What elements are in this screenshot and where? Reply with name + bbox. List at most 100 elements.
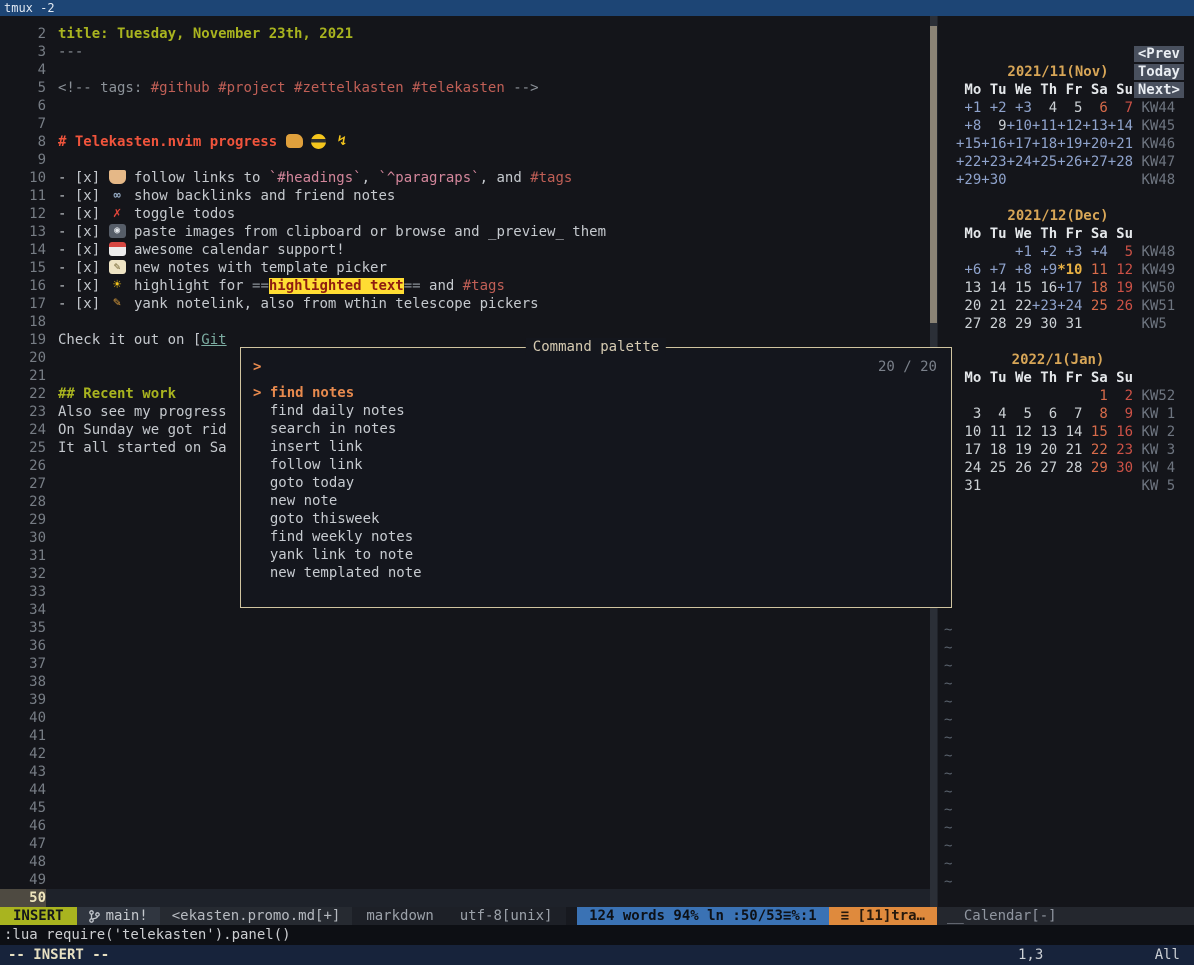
editor-line[interactable]: 2title: Tuesday, November 23th, 2021 — [0, 25, 937, 43]
palette-item[interactable]: find weekly notes — [241, 528, 951, 546]
calendar-day[interactable]: 8 — [1082, 406, 1107, 422]
editor-line[interactable]: 15- [x] ✎ new notes with template picker — [0, 259, 937, 277]
calendar-day[interactable]: 4 — [1032, 100, 1057, 116]
calendar-day[interactable]: 1 — [1082, 388, 1107, 404]
calendar-day[interactable]: +7 — [981, 262, 1006, 278]
calendar-day[interactable]: +24 — [1007, 154, 1032, 170]
calendar-day[interactable]: +14 — [1108, 118, 1133, 134]
calendar-day[interactable]: 9 — [1108, 406, 1133, 422]
editor-line[interactable]: 3--- — [0, 43, 937, 61]
calendar-day[interactable]: 31 — [956, 478, 981, 494]
editor-line[interactable]: 18 — [0, 313, 937, 331]
calendar-day[interactable]: 15 — [1082, 424, 1107, 440]
calendar-day[interactable]: +24 — [1057, 298, 1082, 314]
editor-line[interactable]: 39 — [0, 691, 937, 709]
calendar-day[interactable]: 27 — [956, 316, 981, 332]
calendar-day[interactable]: 13 — [1032, 424, 1057, 440]
calendar-day[interactable]: 5 — [1007, 406, 1032, 422]
calendar-day[interactable]: +29 — [956, 172, 981, 188]
calendar-day[interactable]: 22 — [1082, 442, 1107, 458]
calendar-day[interactable]: 5 — [1057, 100, 1082, 116]
calendar-day[interactable]: +21 — [1108, 136, 1133, 152]
calendar-day[interactable]: 26 — [1108, 298, 1133, 314]
palette-prompt-row[interactable]: > 20 / 20 — [253, 359, 937, 375]
editor-line[interactable]: 10- [x] follow links to `#headings`, `^p… — [0, 169, 937, 187]
palette-item[interactable]: yank link to note — [241, 546, 951, 564]
calendar-day[interactable]: 16 — [1108, 424, 1133, 440]
calendar-day[interactable]: 18 — [981, 442, 1006, 458]
calendar-day[interactable]: +8 — [956, 118, 981, 134]
calendar-day[interactable]: 12 — [1007, 424, 1032, 440]
calendar-day[interactable]: +16 — [981, 136, 1006, 152]
calendar-day[interactable]: 2 — [1108, 388, 1133, 404]
calendar-day[interactable]: +1 — [956, 100, 981, 116]
editor-line[interactable]: 4 — [0, 61, 937, 79]
calendar-day[interactable]: 14 — [1057, 424, 1082, 440]
calendar-day[interactable]: 3 — [956, 406, 981, 422]
calendar-day[interactable]: 11 — [981, 424, 1006, 440]
command-line[interactable]: :lua require('telekasten').panel() — [0, 925, 1194, 945]
calendar-day[interactable]: +15 — [956, 136, 981, 152]
calendar-day[interactable]: +2 — [981, 100, 1006, 116]
calendar-day[interactable]: +20 — [1082, 136, 1107, 152]
calendar-day[interactable]: +18 — [1032, 136, 1057, 152]
palette-item[interactable]: new templated note — [241, 564, 951, 582]
editor-line[interactable]: 37 — [0, 655, 937, 673]
editor-line[interactable]: 46 — [0, 817, 937, 835]
palette-item[interactable]: goto thisweek — [241, 510, 951, 528]
calendar-day[interactable]: 18 — [1082, 280, 1107, 296]
calendar-day[interactable]: +1 — [1007, 244, 1032, 260]
calendar-day[interactable]: +3 — [1057, 244, 1082, 260]
calendar-day[interactable]: 12 — [1108, 262, 1133, 278]
calendar-day[interactable]: 7 — [1108, 100, 1133, 116]
calendar-day[interactable]: 22 — [1007, 298, 1032, 314]
calendar-day[interactable]: +23 — [981, 154, 1006, 170]
editor-line[interactable]: 41 — [0, 727, 937, 745]
calendar-day[interactable]: 13 — [956, 280, 981, 296]
editor-line[interactable]: 5<!-- tags: #github #project #zettelkast… — [0, 79, 937, 97]
calendar-day[interactable]: 21 — [1057, 442, 1082, 458]
calendar-day[interactable]: +26 — [1057, 154, 1082, 170]
calendar-day[interactable]: 28 — [1057, 460, 1082, 476]
calendar-day[interactable]: 25 — [981, 460, 1006, 476]
editor-line[interactable]: 11- [x] ∞ show backlinks and friend note… — [0, 187, 937, 205]
calendar-day[interactable]: +17 — [1007, 136, 1032, 152]
palette-item[interactable]: new note — [241, 492, 951, 510]
calendar-day[interactable]: 6 — [1082, 100, 1107, 116]
calendar-day[interactable]: 29 — [1007, 316, 1032, 332]
editor-line[interactable]: 17- [x] ✎ yank notelink, also from wthin… — [0, 295, 937, 313]
calendar-day[interactable]: +22 — [956, 154, 981, 170]
editor-line[interactable]: 14- [x] awesome calendar support! — [0, 241, 937, 259]
calendar-day[interactable]: 19 — [1108, 280, 1133, 296]
editor-line[interactable]: 45 — [0, 799, 937, 817]
editor-line[interactable]: 44 — [0, 781, 937, 799]
calendar-day[interactable]: 30 — [1108, 460, 1133, 476]
calendar-next-button[interactable]: Next> — [1134, 82, 1184, 98]
scrollbar-thumb[interactable] — [930, 26, 937, 323]
calendar-day[interactable]: 9 — [981, 118, 1006, 134]
calendar-day[interactable]: *10 — [1057, 262, 1082, 278]
editor-line[interactable]: 43 — [0, 763, 937, 781]
calendar-day[interactable]: +25 — [1032, 154, 1057, 170]
editor-line[interactable]: 12- [x] ✗ toggle todos — [0, 205, 937, 223]
calendar-today-button[interactable]: Today — [1134, 64, 1184, 80]
calendar-day[interactable]: +12 — [1057, 118, 1082, 134]
calendar-day[interactable]: 23 — [1108, 442, 1133, 458]
editor-line[interactable]: 7 — [0, 115, 937, 133]
calendar-day[interactable]: 27 — [1032, 460, 1057, 476]
calendar-day[interactable]: +10 — [1007, 118, 1032, 134]
calendar-day[interactable]: 14 — [981, 280, 1006, 296]
editor-line[interactable]: 16- [x] ☀ highlight for ==highlighted te… — [0, 277, 937, 295]
calendar-day[interactable]: +30 — [981, 172, 1006, 188]
editor-line[interactable]: 47 — [0, 835, 937, 853]
palette-item[interactable]: follow link — [241, 456, 951, 474]
calendar-day[interactable]: +17 — [1057, 280, 1082, 296]
calendar-day[interactable]: 4 — [981, 406, 1006, 422]
editor-line[interactable]: 42 — [0, 745, 937, 763]
calendar-day[interactable]: 20 — [1032, 442, 1057, 458]
calendar-day[interactable]: 17 — [956, 442, 981, 458]
palette-item[interactable]: search in notes — [241, 420, 951, 438]
calendar-day[interactable]: +6 — [956, 262, 981, 278]
editor-line[interactable]: 48 — [0, 853, 937, 871]
calendar-day[interactable]: 21 — [981, 298, 1006, 314]
